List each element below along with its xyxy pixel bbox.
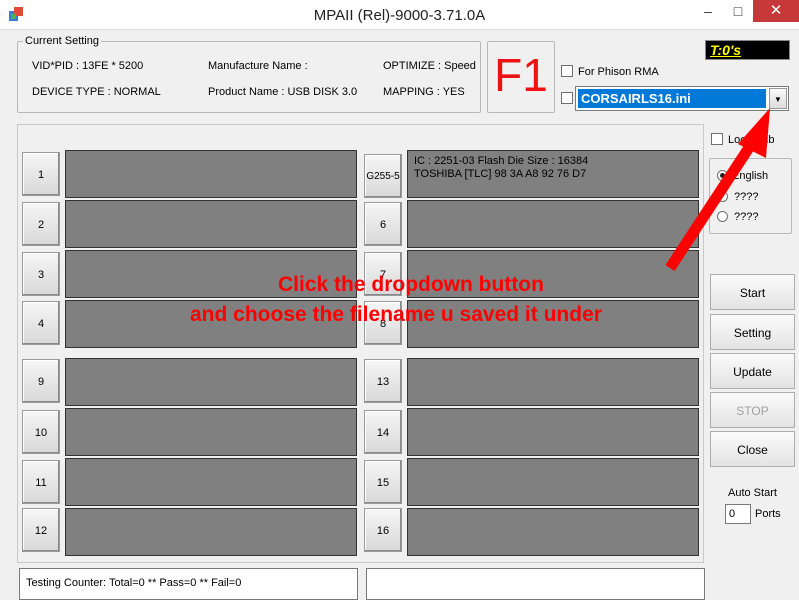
port-12-status <box>65 508 357 556</box>
port-13-button[interactable]: 13 <box>364 359 402 403</box>
optimize-text: OPTIMIZE : Speed <box>383 60 476 72</box>
port-14-status <box>407 408 699 456</box>
setting-button[interactable]: Setting <box>710 314 795 350</box>
port-4-button[interactable]: 4 <box>22 301 60 345</box>
ports-label: Ports <box>755 508 781 520</box>
stop-button[interactable]: STOP <box>710 392 795 428</box>
port-10-status <box>65 408 357 456</box>
for-phison-rma-checkbox[interactable] <box>561 65 573 77</box>
window-title: MPAII (Rel)-9000-3.71.0A <box>313 7 486 24</box>
status-box <box>366 568 705 600</box>
auto-start-label: Auto Start <box>728 487 777 499</box>
annotation-line-2: and choose the filename u saved it under <box>190 303 602 326</box>
title-bar[interactable]: MPAII (Rel)-9000-3.71.0A – □ ✕ <box>0 0 799 30</box>
port-9-status <box>65 358 357 406</box>
port-9-button[interactable]: 9 <box>22 359 60 403</box>
annotation-line-1: Click the dropdown button <box>278 273 544 296</box>
port-1-button[interactable]: 1 <box>22 152 60 196</box>
minimize-button[interactable]: – <box>693 0 723 22</box>
update-button[interactable]: Update <box>710 353 795 389</box>
port-2-status <box>65 200 357 248</box>
mapping-text: MAPPING : YES <box>383 86 465 98</box>
close-button[interactable]: Close <box>710 431 795 467</box>
device-type-text: DEVICE TYPE : NORMAL <box>32 86 161 98</box>
port-6-button[interactable]: 6 <box>364 202 402 246</box>
current-setting-group <box>17 41 481 113</box>
testing-counter: Testing Counter: Total=0 ** Pass=0 ** Fa… <box>19 568 358 600</box>
auto-start-ports-input[interactable]: 0 <box>725 504 751 524</box>
port-11-status <box>65 458 357 506</box>
f1-label: F1 <box>494 49 548 101</box>
f1-box: F1 <box>487 41 555 113</box>
port-14-button[interactable]: 14 <box>364 410 402 454</box>
timer-display: T:0's <box>705 40 790 60</box>
port-13-status <box>407 358 699 406</box>
ini-enable-checkbox[interactable] <box>561 92 573 104</box>
port-15-button[interactable]: 15 <box>364 460 402 504</box>
port-2-button[interactable]: 2 <box>22 202 60 246</box>
port-15-status <box>407 458 699 506</box>
port-5-button[interactable]: G255-5 <box>364 154 402 198</box>
port-16-status <box>407 508 699 556</box>
for-phison-rma-label: For Phison RMA <box>578 66 659 78</box>
port-1-status <box>65 150 357 198</box>
port-12-button[interactable]: 12 <box>22 508 60 552</box>
manufacture-name-text: Manufacture Name : <box>208 60 308 72</box>
annotation-arrow <box>665 108 770 272</box>
current-setting-label: Current Setting <box>23 35 101 47</box>
close-window-button[interactable]: ✕ <box>753 0 799 22</box>
port-16-button[interactable]: 16 <box>364 508 402 552</box>
port-10-button[interactable]: 10 <box>22 410 60 454</box>
product-name-text: Product Name : USB DISK 3.0 <box>208 86 358 98</box>
port-11-button[interactable]: 11 <box>22 460 60 504</box>
maximize-button[interactable]: □ <box>723 0 753 22</box>
vid-pid-text: VID*PID : 13FE * 5200 <box>32 60 144 72</box>
port-3-button[interactable]: 3 <box>22 252 60 296</box>
